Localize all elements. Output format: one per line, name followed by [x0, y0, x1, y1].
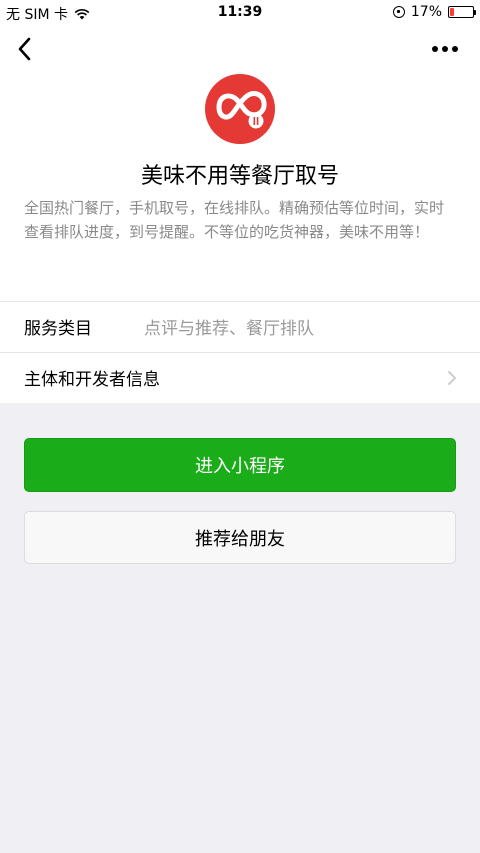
app-title: 美味不用等餐厅取号	[140, 164, 339, 189]
chevron-left-icon	[18, 37, 31, 61]
more-button[interactable]	[432, 44, 460, 54]
battery-level-fill	[450, 8, 454, 16]
more-dot	[442, 46, 448, 52]
restaurant-logo-icon	[205, 74, 275, 144]
status-right: 17%	[392, 4, 476, 20]
enter-mini-program-button[interactable]: 进入小程序	[24, 438, 456, 492]
recommend-to-friend-button[interactable]: 推荐给朋友	[24, 511, 456, 564]
developer-info-row[interactable]: 主体和开发者信息	[0, 352, 480, 402]
rotation-lock-icon	[392, 6, 405, 18]
service-category-label: 服务类目	[24, 319, 92, 339]
developer-info-label: 主体和开发者信息	[24, 370, 160, 390]
battery-percent: 17%	[410, 4, 442, 20]
app-description: 全国热门餐厅，手机取号，在线排队。精确预估等位时间，实时查看排队进度，到号提醒。…	[24, 199, 445, 241]
more-dot	[432, 46, 438, 52]
chevron-right-icon	[448, 371, 456, 385]
more-dot	[452, 46, 458, 52]
service-category-row: 服务类目 点评与推荐、餐厅排队	[0, 301, 480, 351]
mini-program-profile-card: 无 SIM 卡 11:39 17% 美味不用等餐厅取号 全国热门餐厅，手机取号，…	[0, 0, 480, 403]
status-bar: 无 SIM 卡 11:39 17%	[0, 0, 480, 26]
service-category-value: 点评与推荐、餐厅排队	[144, 319, 314, 339]
back-button[interactable]	[14, 36, 38, 62]
battery-icon	[448, 6, 476, 18]
